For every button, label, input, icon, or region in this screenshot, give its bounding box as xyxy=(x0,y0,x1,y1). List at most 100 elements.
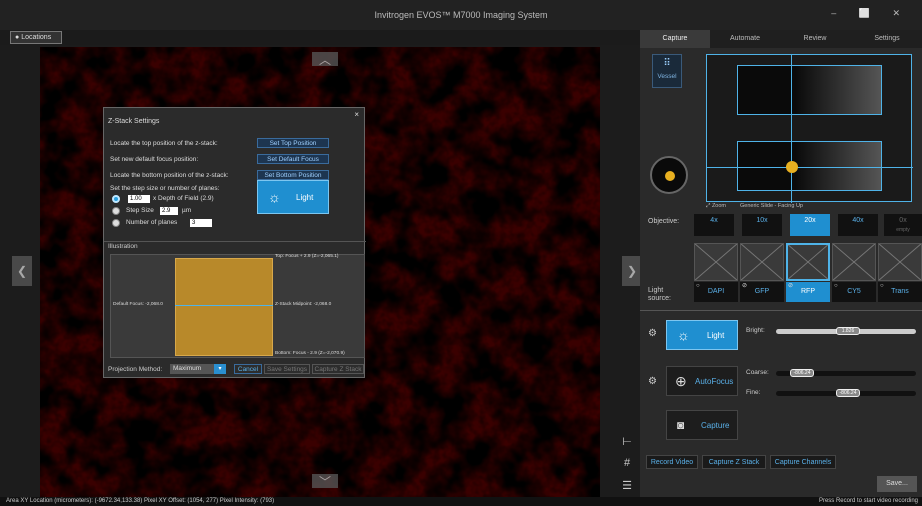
channel-dapi[interactable]: ○ DAPI xyxy=(694,282,738,302)
tab-settings[interactable]: Settings xyxy=(852,30,922,48)
set-top-position-button[interactable]: Set Top Position xyxy=(257,138,329,148)
stage-position-marker[interactable] xyxy=(786,161,798,173)
tab-review[interactable]: Review xyxy=(780,30,850,48)
save-settings-button[interactable]: Save Settings xyxy=(264,364,310,374)
depth-of-field-radio[interactable] xyxy=(112,195,120,203)
joystick[interactable] xyxy=(650,156,688,194)
nav-right-button[interactable]: ❯ xyxy=(622,256,642,286)
channel-gfp[interactable]: ⊘ GFP xyxy=(740,282,784,302)
zoom-label: Zoom xyxy=(711,203,726,209)
default-focus-value: Default Focus: -2,068.0 xyxy=(113,302,163,307)
objective-40x[interactable]: 40x xyxy=(838,214,878,236)
tab-automate[interactable]: Automate xyxy=(710,30,780,48)
capture-label: Capture xyxy=(701,421,730,430)
capture-z-stack-dialog-button[interactable]: Capture Z Stack xyxy=(312,364,364,374)
set-bottom-position-button[interactable]: Set Bottom Position xyxy=(257,170,329,180)
crosshair-vertical xyxy=(791,55,792,203)
save-button[interactable]: Save... xyxy=(877,476,917,492)
planes-radio[interactable] xyxy=(112,219,120,227)
channel-gfp-label: GFP xyxy=(754,288,770,295)
power-icon: ○ xyxy=(834,283,838,289)
vessel-button[interactable]: ⠿ Vessel xyxy=(652,54,682,88)
planes-input[interactable]: 3 xyxy=(190,219,212,227)
channel-trans[interactable]: ○ Trans xyxy=(878,282,922,302)
chevron-right-icon: ❯ xyxy=(626,264,638,278)
illustration-panel: Top: Focus + 2.9 (Z=-2,065.1) Default Fo… xyxy=(110,254,365,358)
record-video-button[interactable]: Record Video xyxy=(646,455,698,469)
close-icon[interactable]: × xyxy=(354,110,359,119)
objective-20x[interactable]: 20x xyxy=(790,214,830,236)
measure-icon[interactable]: ⊢ xyxy=(620,435,634,449)
cube-x-icon xyxy=(832,243,876,281)
light-button[interactable]: ☼ Light xyxy=(666,320,738,350)
gear-icon[interactable]: ⚙ xyxy=(648,376,657,387)
objective-4x[interactable]: 4x xyxy=(694,214,734,236)
slide-type-label: Generic Slide - Facing Up xyxy=(740,203,803,209)
step-intro-label: Set the step size or number of planes: xyxy=(110,185,220,192)
nav-up-button[interactable]: ︿ xyxy=(312,52,338,67)
window-controls[interactable]: – ⬜ ✕ xyxy=(831,8,910,19)
channel-rfp[interactable]: ⊘ RFP xyxy=(786,282,830,302)
objective-empty[interactable]: 0x empty xyxy=(884,214,922,236)
camera-icon: ◙ xyxy=(677,418,685,432)
coarse-value[interactable]: -806.24 xyxy=(790,369,814,377)
nav-left-button[interactable]: ❮ xyxy=(12,256,32,286)
light-label: Light xyxy=(707,331,725,340)
illustration-title: Illustration xyxy=(108,243,138,250)
status-bar: Area XY Location (micrometers): (-9672.3… xyxy=(0,497,922,506)
dialog-light-button[interactable]: ☼ Light xyxy=(257,180,329,214)
channel-cy5-label: CY5 xyxy=(847,288,861,295)
tab-capture[interactable]: Capture xyxy=(640,30,710,48)
chevron-down-icon: ﹀ xyxy=(318,474,331,489)
planes-label: Number of planes xyxy=(126,219,178,226)
coarse-label: Coarse: xyxy=(746,369,769,376)
crosshair-horizontal xyxy=(707,167,913,168)
adjust-sliders-icon[interactable]: ☰ xyxy=(620,479,634,493)
midpoint-line xyxy=(175,305,273,306)
locations-tab[interactable]: ● Locations xyxy=(10,31,62,44)
grid-icon[interactable]: # xyxy=(620,457,634,471)
projection-label: Projection Method: xyxy=(108,366,163,373)
stage-navigator[interactable] xyxy=(706,54,913,203)
panel-tabs: Capture Automate Review Settings xyxy=(640,30,922,48)
chevron-up-icon: ︿ xyxy=(318,52,331,67)
gear-icon[interactable]: ⚙ xyxy=(648,328,657,339)
depth-multiplier-input[interactable]: 1.00 xyxy=(128,195,150,203)
set-default-focus-button[interactable]: Set Default Focus xyxy=(257,154,329,164)
viewer-tools: ⊢ # ☰ xyxy=(620,435,638,501)
step-size-input[interactable]: 2.9 xyxy=(160,207,178,215)
cube-x-icon xyxy=(788,244,828,280)
divider xyxy=(640,310,922,311)
chevron-left-icon: ❮ xyxy=(16,264,28,278)
capture-channels-button[interactable]: Capture Channels xyxy=(770,455,836,469)
bright-label: Bright: xyxy=(746,327,765,334)
top-position-label: Locate the top position of the z-stack: xyxy=(110,140,218,147)
power-icon: ⊘ xyxy=(742,283,748,289)
autofocus-button[interactable]: ⊕ AutoFocus xyxy=(666,366,738,396)
joystick-knob[interactable] xyxy=(665,171,675,181)
step-size-label: Step Size xyxy=(126,207,154,214)
channel-cy5[interactable]: ○ CY5 xyxy=(832,282,876,302)
channel-trans-label: Trans xyxy=(891,288,909,295)
z-range-bar xyxy=(175,258,273,356)
filter-cube-cy5[interactable] xyxy=(832,243,876,281)
fine-label: Fine: xyxy=(746,389,761,396)
capture-z-stack-button[interactable]: Capture Z Stack xyxy=(702,455,766,469)
z-stack-dialog: Z-Stack Settings × Locate the top positi… xyxy=(103,107,366,378)
cube-x-icon xyxy=(694,243,738,281)
filter-cube-dapi[interactable] xyxy=(694,243,738,281)
midpoint-label: Z-Stack Midpoint: -2,068.0 xyxy=(275,302,332,307)
cancel-button[interactable]: Cancel xyxy=(234,364,262,374)
objective-10x[interactable]: 10x xyxy=(742,214,782,236)
step-size-radio[interactable] xyxy=(112,207,120,215)
fine-value[interactable]: -806.24 xyxy=(836,389,860,397)
capture-button[interactable]: ◙ Capture xyxy=(666,410,738,440)
nav-down-button[interactable]: ﹀ xyxy=(312,474,338,489)
window-title: Invitrogen EVOS™ M7000 Imaging System xyxy=(374,10,548,20)
projection-select[interactable]: Maximum ▾ xyxy=(170,364,226,374)
depth-of-field-label: x Depth of Field (2.9) xyxy=(153,195,214,202)
dialog-title: Z-Stack Settings xyxy=(108,118,160,125)
filter-cube-trans[interactable] xyxy=(878,243,922,281)
zoom-link[interactable]: ⤢ Zoom xyxy=(706,203,726,210)
bright-value[interactable]: 1.826 xyxy=(836,327,860,335)
